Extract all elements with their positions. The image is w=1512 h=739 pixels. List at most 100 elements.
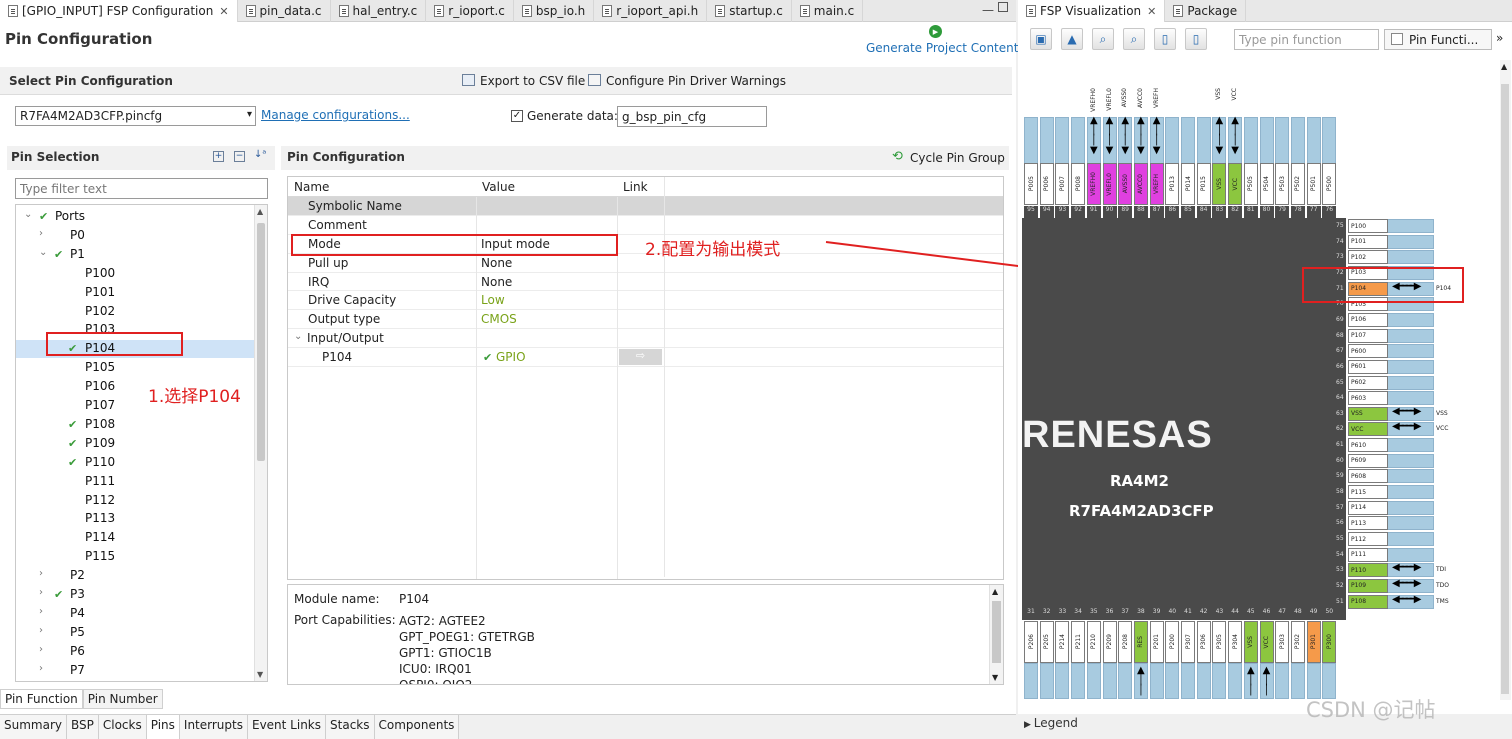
pin-p503[interactable]: P503 — [1275, 163, 1290, 205]
save-image-icon[interactable]: ▣ — [1030, 28, 1052, 50]
pin-p306[interactable]: P306 — [1196, 621, 1211, 663]
pin-number: 63 — [1336, 409, 1344, 417]
pin-p007[interactable]: P007 — [1055, 163, 1070, 205]
pin-label: P500 — [1325, 176, 1333, 192]
pin-p100[interactable]: P100 — [1348, 219, 1388, 233]
watermark: CSDN @记帖 — [1306, 698, 1436, 722]
pin-p302[interactable]: P302 — [1290, 621, 1305, 663]
tab-package-label: Package — [1187, 4, 1238, 18]
pin-vrefh0[interactable]: VREFH0 — [1086, 163, 1101, 205]
pin-number: 84 — [1196, 206, 1211, 218]
pin-p206[interactable]: P206 — [1024, 621, 1038, 663]
chevron-double-right-icon[interactable]: » — [1496, 31, 1503, 45]
pin-p200[interactable]: P200 — [1165, 621, 1180, 663]
pin-vrefl0[interactable]: VREFL0 — [1102, 163, 1117, 205]
pin-avss0[interactable]: AVSS0 — [1118, 163, 1133, 205]
pin-p210[interactable]: P210 — [1086, 621, 1101, 663]
pin-p502[interactable]: P502 — [1290, 163, 1305, 205]
pin-p303[interactable]: P303 — [1275, 621, 1290, 663]
pin-p106[interactable]: P106 — [1348, 312, 1388, 327]
pin-vcc[interactable]: VCC — [1259, 621, 1274, 663]
pin-label: P013 — [1168, 176, 1176, 192]
pin-p101[interactable]: P101 — [1348, 234, 1388, 249]
pin-p500[interactable]: P500 — [1322, 163, 1337, 205]
pin-p209[interactable]: P209 — [1102, 621, 1117, 663]
page-icon[interactable]: ▯ — [1154, 28, 1176, 50]
pin-p114[interactable]: P114 — [1348, 500, 1388, 515]
zoom-out-icon[interactable]: ⌕ — [1092, 28, 1114, 50]
pin-p109[interactable]: P109 — [1348, 578, 1388, 593]
pin-p110[interactable]: P110 — [1348, 563, 1388, 578]
pin-vss[interactable]: VSS — [1243, 621, 1258, 663]
pin-p112[interactable]: P112 — [1348, 532, 1388, 546]
viz-toolbar: ▣ ▲ ⌕ ⌕ ▯ ▯ — [1030, 28, 1207, 50]
tab-fsp-visualization[interactable]: FSP Visualization ✕ — [1018, 0, 1166, 22]
viz-scrollbar[interactable]: ▲ — [1500, 60, 1511, 700]
pin-number: 54 — [1336, 550, 1344, 558]
pin-p005[interactable]: P005 — [1024, 163, 1038, 205]
pin-p008[interactable]: P008 — [1071, 163, 1086, 205]
pin-p201[interactable]: P201 — [1149, 621, 1164, 663]
pin-label: P107 — [1351, 332, 1367, 340]
pin-p501[interactable]: P501 — [1306, 163, 1321, 205]
pin-function-search[interactable]: Type pin function — [1234, 29, 1379, 50]
pin-p301[interactable]: P301 — [1306, 621, 1321, 663]
pin-function-search-placeholder: Type pin function — [1239, 33, 1342, 47]
pin-p214[interactable]: P214 — [1055, 621, 1070, 663]
viz-tab-bar: FSP Visualization ✕ Package — [1018, 0, 1512, 22]
pin-p608[interactable]: P608 — [1348, 469, 1388, 484]
pin-p505[interactable]: P505 — [1243, 163, 1258, 205]
pin-vcc[interactable]: VCC — [1228, 163, 1243, 205]
pin-p107[interactable]: P107 — [1348, 328, 1388, 343]
pin-p305[interactable]: P305 — [1212, 621, 1227, 663]
zoom-in-icon[interactable]: ⌕ — [1123, 28, 1145, 50]
pin-p111[interactable]: P111 — [1348, 547, 1388, 562]
pin-p307[interactable]: P307 — [1181, 621, 1195, 663]
pin-p108[interactable]: P108 — [1348, 594, 1388, 609]
pin-p208[interactable]: P208 — [1118, 621, 1133, 663]
pin-p300[interactable]: P300 — [1322, 621, 1337, 663]
close-icon[interactable]: ✕ — [1147, 5, 1156, 18]
pin-p006[interactable]: P006 — [1039, 163, 1054, 205]
pin-label: P014 — [1184, 176, 1192, 192]
pin-p102[interactable]: P102 — [1348, 250, 1388, 265]
page-alt-icon[interactable]: ▯ — [1185, 28, 1207, 50]
pin-p600[interactable]: P600 — [1348, 344, 1388, 359]
pin-p304[interactable]: P304 — [1228, 621, 1243, 663]
pad-right — [1382, 234, 1434, 249]
pin-p609[interactable]: P609 — [1348, 453, 1388, 468]
pin-p205[interactable]: P205 — [1039, 621, 1054, 663]
pad-bottom — [1039, 663, 1054, 699]
pin-label: P110 — [1351, 566, 1367, 574]
pin-avcc0[interactable]: AVCC0 — [1133, 163, 1148, 205]
pin-p602[interactable]: P602 — [1348, 375, 1388, 390]
pin-vss[interactable]: VSS — [1212, 163, 1227, 205]
pin-p601[interactable]: P601 — [1348, 359, 1388, 374]
pad-bottom — [1055, 663, 1070, 699]
fit-icon[interactable]: ▲ — [1061, 28, 1083, 50]
tab-package[interactable]: Package — [1165, 0, 1247, 22]
pin-p603[interactable]: P603 — [1348, 391, 1388, 406]
pin-number: 35 — [1089, 608, 1098, 615]
pin-label: P304 — [1231, 634, 1239, 650]
pin-vrefh[interactable]: VREFH — [1149, 163, 1164, 205]
external-pin-label: VREFL0 — [1105, 88, 1113, 111]
legend-toggle[interactable]: ▶ Legend — [1024, 716, 1078, 730]
pad-right — [1382, 485, 1434, 500]
pin-label: P101 — [1351, 238, 1367, 246]
pin-vcc[interactable]: VCC — [1348, 422, 1388, 437]
pin-p113[interactable]: P113 — [1348, 516, 1388, 531]
pin-p504[interactable]: P504 — [1259, 163, 1274, 205]
pin-p015[interactable]: P015 — [1196, 163, 1211, 205]
pin-vss[interactable]: VSS — [1348, 406, 1388, 421]
pin-p014[interactable]: P014 — [1181, 163, 1195, 205]
pin-label: P206 — [1027, 634, 1035, 650]
pin-p115[interactable]: P115 — [1348, 485, 1388, 500]
pin-number: 92 — [1071, 206, 1086, 218]
pin-p211[interactable]: P211 — [1071, 621, 1086, 663]
pin-number: 42 — [1199, 608, 1208, 615]
pin-p013[interactable]: P013 — [1165, 163, 1180, 205]
pin-res[interactable]: RES — [1133, 621, 1148, 663]
pin-function-select[interactable]: Pin Functi... — [1384, 29, 1492, 50]
pin-p610[interactable]: P610 — [1348, 438, 1388, 453]
